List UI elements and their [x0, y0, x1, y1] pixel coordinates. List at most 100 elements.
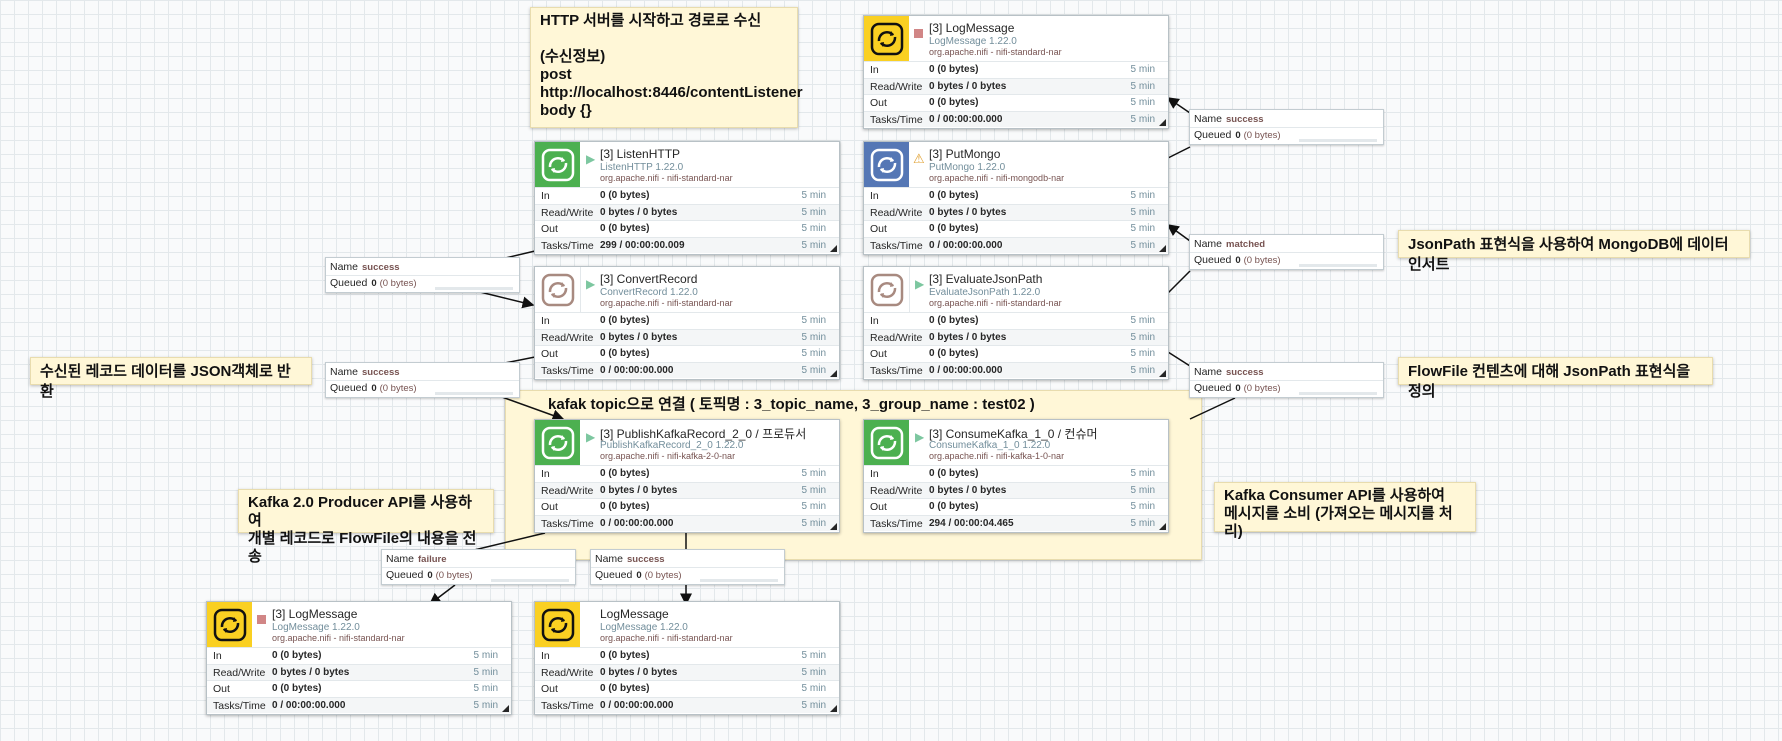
stat-label: Out	[870, 501, 887, 513]
processor-put-mongo[interactable]: ⚠ [3] PutMongo PutMongo 1.22.0 org.apache.n…	[863, 141, 1169, 255]
stat-value: 0 / 00:00:00.000	[929, 239, 1003, 251]
processor-consume-kafka[interactable]: ▶ [3] ConsumeKafka_1_0 / 컨슈머 ConsumeKafka_…	[863, 419, 1169, 533]
edge-putmongo-log-b[interactable]	[1166, 97, 1191, 114]
stat-period: 5 min	[801, 501, 826, 512]
note-kafka-producer[interactable]: Kafka 2.0 Producer API를 사용하여 개별 레코드로 Flo…	[238, 489, 494, 565]
queued-count: 0	[371, 278, 377, 289]
connection-consume-success[interactable]: Name success Queued 0 (0 bytes)	[1189, 362, 1384, 398]
connection-listen-success[interactable]: Name success Queued 0 (0 bytes)	[325, 257, 520, 293]
stat-row-tasks: Tasks/Time 0 / 00:00:00.000 5 min	[864, 236, 1168, 253]
stat-row-tasks: Tasks/Time 0 / 00:00:00.000 5 min	[535, 514, 839, 531]
connection-eval-matched[interactable]: Name matched Queued 0 (0 bytes)	[1189, 234, 1384, 270]
stat-label: Tasks/Time	[541, 364, 594, 377]
edge-eval-putmongo-b[interactable]	[1166, 224, 1191, 242]
stat-row-out: Out 0 (0 bytes) 5 min	[535, 220, 839, 237]
connection-name-row: Name success	[330, 261, 400, 273]
edge-consume-eval-b[interactable]	[1167, 351, 1191, 367]
edge-convert-publish-b[interactable]	[501, 396, 565, 422]
processor-type: ConvertRecord 1.22.0	[600, 287, 698, 298]
stat-period: 5 min	[473, 683, 498, 694]
stat-label: Out	[870, 97, 887, 109]
connection-name-label: Name	[1194, 113, 1223, 125]
connection-name: success	[627, 554, 665, 565]
note-listen-http[interactable]: HTTP 서버를 시작하고 경로로 수신 (수신정보) post http://…	[530, 7, 803, 128]
stat-label: Read/Write	[541, 331, 594, 344]
queued-detail: (0 bytes)	[379, 278, 417, 289]
connection-convert-success[interactable]: Name success Queued 0 (0 bytes)	[325, 362, 520, 398]
stat-period: 5 min	[801, 331, 826, 343]
stat-value: 0 (0 bytes)	[929, 315, 979, 326]
stat-label: Tasks/Time	[541, 239, 594, 252]
processor-icon	[535, 142, 580, 187]
note-kafka-consumer[interactable]: Kafka Consumer API를 사용하여 메시지를 소비 (가져오는 메…	[1214, 482, 1476, 540]
stat-label: Read/Write	[541, 666, 594, 679]
stat-period: 5 min	[1130, 348, 1155, 359]
queued-detail: (0 bytes)	[644, 570, 682, 581]
processor-type: ListenHTTP 1.22.0	[600, 162, 684, 173]
processor-bundle: org.apache.nifi - nifi-standard-nar	[600, 633, 733, 643]
stat-value: 0 (0 bytes)	[600, 468, 650, 479]
edge-listen-convert-b[interactable]	[479, 291, 535, 309]
queued-detail: (0 bytes)	[1243, 383, 1281, 394]
connection-publish-failure[interactable]: Name failure Queued 0 (0 bytes)	[381, 549, 576, 585]
processor-log-message-top[interactable]: [3] LogMessage LogMessage 1.22.0 org.apach…	[863, 15, 1169, 129]
processor-icon	[864, 16, 909, 61]
note-mongodb[interactable]: JsonPath 표현식을 사용하여 MongoDB에 데이터 인서트	[1398, 230, 1750, 273]
flow-canvas[interactable]: kafak topic으로 연결 ( 토픽명 : 3_topic_name, 3…	[0, 0, 1782, 741]
edge-eval-putmongo-a[interactable]	[1167, 270, 1191, 294]
stat-row-out: Out 0 (0 bytes) 5 min	[535, 498, 839, 515]
stat-period: 5 min	[801, 666, 826, 678]
connection-putmongo-success[interactable]: Name success Queued 0 (0 bytes)	[1189, 109, 1384, 145]
processor-icon	[864, 420, 909, 465]
stat-row-out: Out 0 (0 bytes) 5 min	[535, 345, 839, 362]
note-flowfile[interactable]: FlowFile 컨텐츠에 대해 JsonPath 표현식을 정의	[1398, 357, 1713, 400]
stat-period: 5 min	[801, 650, 826, 661]
processor-bundle: org.apache.nifi - nifi-mongodb-nar	[929, 173, 1065, 183]
connection-queued-label: Queued	[1194, 382, 1232, 394]
connection-queued-row: Queued 0 (0 bytes)	[595, 569, 682, 581]
processor-icon	[864, 142, 909, 187]
stat-value: 0 bytes / 0 bytes	[929, 484, 1007, 496]
connection-queued-label: Queued	[1194, 129, 1232, 141]
edge-consume-eval-a[interactable]	[1189, 397, 1236, 420]
processor-convert-record[interactable]: ▶ [3] ConvertRecord ConvertRecord 1.22.0 or…	[534, 266, 840, 380]
connection-name: success	[1226, 367, 1264, 378]
stat-period: 5 min	[1130, 517, 1155, 529]
stat-value: 0 (0 bytes)	[600, 190, 650, 201]
divider	[591, 567, 784, 568]
stat-label: Read/Write	[213, 666, 266, 679]
stat-period: 5 min	[1130, 501, 1155, 512]
edge-putmongo-log-a[interactable]	[1167, 146, 1191, 159]
processor-evaluate-json-path[interactable]: ▶ [3] EvaluateJsonPath EvaluateJsonPath 1.…	[863, 266, 1169, 380]
processor-icon	[535, 420, 580, 465]
processor-log-message-success[interactable]: LogMessage LogMessage 1.22.0 org.apache.ni…	[534, 601, 840, 715]
stat-period: 5 min	[473, 650, 498, 661]
processor-type: PublishKafkaRecord_2_0 1.22.0	[600, 440, 744, 451]
stat-value: 299 / 00:00:00.009	[600, 239, 685, 251]
resize-corner-icon	[1159, 523, 1166, 530]
stat-period: 5 min	[1130, 315, 1155, 326]
processor-bundle: org.apache.nifi - nifi-standard-nar	[600, 173, 733, 183]
connection-name-label: Name	[330, 366, 359, 378]
running-icon: ▶	[915, 277, 925, 291]
processor-publish-kafka[interactable]: ▶ [3] PublishKafkaRecord_2_0 / 프로듀서 Publis…	[534, 419, 840, 533]
stat-label: In	[213, 650, 222, 662]
queued-count: 0	[636, 570, 642, 581]
queue-progress-bar	[700, 579, 778, 582]
stat-value: 0 / 00:00:00.000	[929, 113, 1003, 125]
stat-label: In	[870, 190, 879, 202]
queued-count: 0	[1235, 255, 1241, 266]
stat-value: 0 bytes / 0 bytes	[600, 666, 678, 678]
stat-row-read-write: Read/Write 0 bytes / 0 bytes 5 min	[864, 328, 1168, 345]
stat-row-out: Out 0 (0 bytes) 5 min	[864, 94, 1168, 111]
processor-stats: In 0 (0 bytes) 5 min Read/Write 0 bytes / 0 …	[864, 61, 1168, 127]
connection-queued-row: Queued 0 (0 bytes)	[386, 569, 473, 581]
processor-log-message-failure[interactable]: [3] LogMessage LogMessage 1.22.0 org.apach…	[206, 601, 512, 715]
queue-progress-bar	[1299, 264, 1377, 267]
processor-listen-http[interactable]: ▶ [3] ListenHTTP ListenHTTP 1.22.0 org.apac…	[534, 141, 840, 255]
stat-value: 0 (0 bytes)	[600, 650, 650, 661]
connection-name-label: Name	[386, 553, 415, 565]
stat-row-read-write: Read/Write 0 bytes / 0 bytes 5 min	[864, 203, 1168, 220]
connection-publish-success[interactable]: Name success Queued 0 (0 bytes)	[590, 549, 785, 585]
note-json-convert[interactable]: 수신된 레코드 데이터를 JSON객체로 반환	[30, 357, 312, 400]
